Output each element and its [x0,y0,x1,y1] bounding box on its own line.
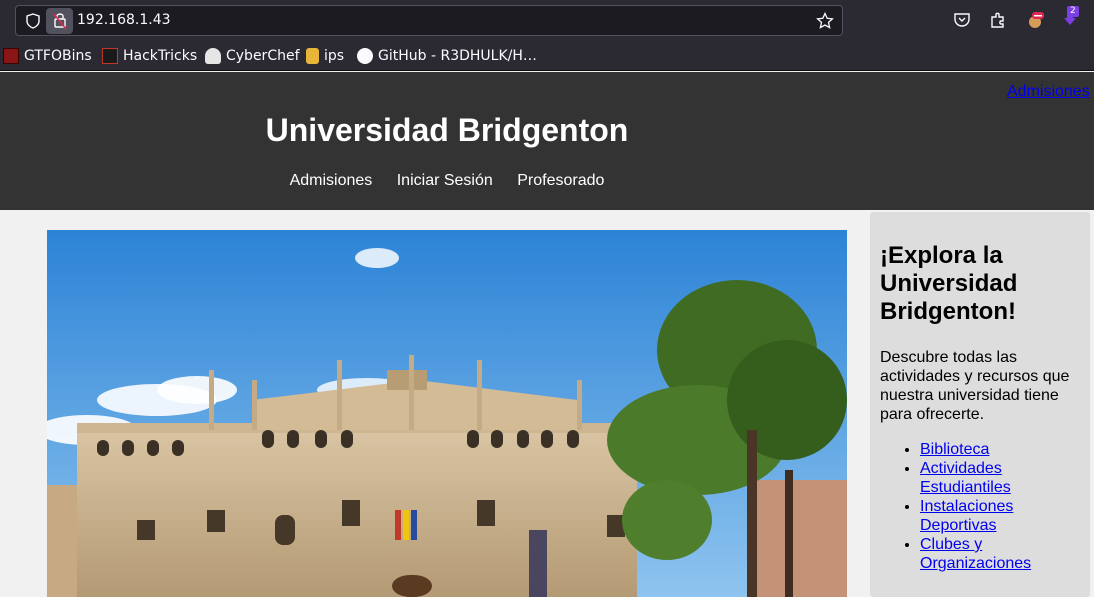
nav-faculty[interactable]: Profesorado [517,172,604,189]
link-library[interactable]: Biblioteca [920,441,989,458]
address-bar[interactable]: 192.168.1.43 [15,5,843,36]
list-item: Biblioteca [920,440,1080,459]
extension-badge: 2 [1067,6,1079,17]
bookmark-label: CyberChef [226,48,300,64]
list-item: Instalaciones Deportivas [920,497,1080,535]
bookmark-label: GitHub - R3DHULK/H… [378,48,537,64]
sidebar-links: Biblioteca Actividades Estudiantiles Ins… [880,440,1080,573]
bookmark-label: ips [324,48,345,64]
sidebar-heading: ¡Explora la Universidad Bridgenton! [880,242,1018,325]
explore-sidebar: ¡Explora la Universidad Bridgenton! Desc… [870,212,1090,597]
bookmark-ips[interactable]: ips [306,47,344,65]
nav-login[interactable]: Iniciar Sesión [397,172,493,189]
shield-icon[interactable] [25,13,41,29]
addon-icon[interactable] [1025,10,1045,30]
page-content: Admisiones Universidad Bridgenton Admisi… [0,72,1094,597]
bookmark-hacktricks[interactable]: HackTricks [102,47,197,65]
bookmark-gtfobins[interactable]: GTFOBins [3,47,92,65]
ips-favicon [306,48,319,64]
nav-admissions[interactable]: Admisiones [290,172,373,189]
top-admissions-link[interactable]: Admisiones [1007,83,1090,101]
gtfobins-favicon [3,48,19,64]
cyberchef-favicon [205,48,221,64]
link-student-activities[interactable]: Actividades Estudiantiles [920,460,1011,496]
hacktricks-favicon [102,48,118,64]
pocket-icon[interactable] [952,10,972,30]
sidebar-description: Descubre todas las actividades y recurso… [880,349,1070,423]
bookmark-label: GTFOBins [24,48,92,64]
bookmarks-bar: GTFOBins HackTricks CyberChef ips GitHub… [0,40,1094,71]
site-header: Admisiones Universidad Bridgenton Admisi… [0,72,1094,210]
site-title: Universidad Bridgenton [265,112,629,148]
hero-image [47,230,847,597]
list-item: Clubes y Organizaciones [920,535,1080,573]
bookmark-star-icon[interactable] [816,12,834,30]
bookmark-label: HackTricks [123,48,198,64]
github-favicon [357,48,373,64]
list-item: Actividades Estudiantiles [920,459,1080,497]
url-text[interactable]: 192.168.1.43 [77,12,171,28]
main-nav: Admisiones Iniciar Sesión Profesorado [0,172,894,190]
link-sports-facilities[interactable]: Instalaciones Deportivas [920,498,1013,534]
link-clubs[interactable]: Clubes y Organizaciones [920,536,1031,572]
extensions-icon[interactable] [988,10,1008,30]
browser-toolbar: 192.168.1.43 2 [0,0,1094,40]
bookmark-cyberchef[interactable]: CyberChef [205,47,300,65]
insecure-lock-icon[interactable] [46,8,73,34]
bookmark-github[interactable]: GitHub - R3DHULK/H… [357,47,537,65]
